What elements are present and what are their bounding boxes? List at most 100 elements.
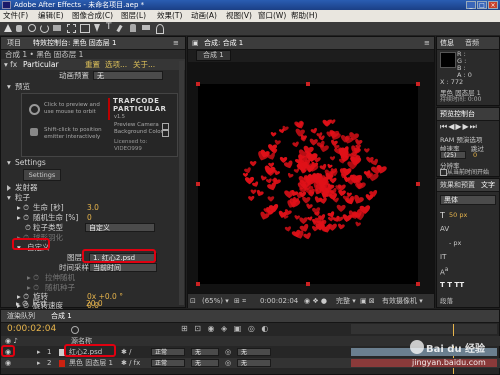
menu-edit[interactable]: 编辑(E) [38, 10, 64, 22]
time-ruler[interactable] [351, 324, 497, 334]
timeline-switches[interactable]: ⊞ ⊡ ◉ ◈ ▣ ◎ ◐ [181, 324, 270, 333]
timeline-search-icon[interactable] [71, 326, 79, 334]
snapshot-icon[interactable]: ◉ ❖ ● [304, 294, 327, 308]
preset-dropdown[interactable]: 无 [93, 71, 163, 80]
menu-view[interactable]: 视图(V) [226, 10, 252, 22]
camera-tool-icon[interactable] [53, 25, 61, 31]
tab-project[interactable]: 项目 [7, 37, 21, 49]
font-dropdown[interactable]: 黑体 [440, 195, 496, 205]
comp-subtab[interactable]: 合成 1 [196, 50, 231, 61]
layer-1-trkmat: 无 [195, 349, 202, 356]
settings-toggle[interactable]: ▾ [7, 157, 11, 168]
minimize-button[interactable]: _ [466, 1, 476, 9]
stroke-width-label[interactable]: - px [449, 239, 461, 247]
background-color-label: Background Color [114, 129, 163, 135]
menu-help[interactable]: 帮助(H) [291, 10, 318, 22]
paragraph-tab[interactable]: 段落 [440, 295, 453, 305]
tab-audio[interactable]: 音频 [465, 37, 479, 49]
preview-camera-label: Preview Camera [114, 122, 159, 128]
eraser-tool-icon[interactable] [142, 25, 150, 30]
timeline-timecode[interactable]: 0:00:02:04 [7, 324, 56, 334]
layer-1-mode-dropdown[interactable]: 正常 [151, 348, 185, 356]
text-tool-icon[interactable]: T [106, 22, 112, 32]
region-icon[interactable]: ▣ ⊠ [360, 294, 375, 308]
faux-style-buttons[interactable]: T T TT [440, 281, 464, 289]
layer-2-name[interactable]: 黑色 固态层 1 [69, 358, 113, 368]
layer-2-mode-dropdown[interactable]: 正常 [151, 359, 185, 367]
selection-tool-icon[interactable] [4, 24, 12, 32]
tab-text[interactable]: 文字 [481, 179, 495, 191]
safe-area-icon[interactable]: ⊞ ⌗ [234, 294, 246, 308]
preview-camera-checkbox[interactable] [162, 123, 169, 130]
brush-tool-icon[interactable] [116, 24, 123, 33]
layer-1-trkmat-dropdown[interactable]: 无 [191, 348, 219, 356]
tab-render-queue[interactable]: 渲染队列 [7, 310, 35, 322]
preview-toggle[interactable]: ▾ [7, 81, 11, 92]
rectangle-mask-tool-icon[interactable] [80, 24, 90, 33]
comp-subtab-label: 合成 1 [203, 51, 224, 59]
effect-panel-scrollbar[interactable] [179, 61, 184, 305]
reset-link[interactable]: 重置 [85, 59, 100, 70]
menu-file[interactable]: 文件(F) [3, 10, 28, 22]
licensed-to-label: Licensed to: [114, 139, 148, 145]
rotate-tool-icon[interactable] [40, 24, 49, 33]
puppet-tool-icon[interactable] [156, 24, 164, 34]
particle-type-dropdown[interactable]: 自定义 [85, 223, 155, 232]
layer-1-switches[interactable]: ✱ / [121, 347, 131, 357]
maximize-button[interactable]: □ [477, 1, 487, 9]
effect-fx-icon[interactable]: ▾ fx [4, 59, 17, 70]
size-value[interactable]: 20.0 [86, 300, 103, 308]
size-expand[interactable]: ▸ ⏱ [16, 300, 28, 308]
tab-effects-presets[interactable]: 效果和预置 [440, 179, 475, 191]
particular-preview-box[interactable]: Click to preview and use mouse to orbit … [21, 93, 178, 157]
layer-1-expand[interactable]: ▸ [37, 347, 41, 357]
about-link[interactable]: 关于... [133, 59, 155, 70]
tab-preview[interactable]: 预览控制台 [440, 108, 475, 120]
pen-tool-icon[interactable] [94, 24, 100, 32]
zoom-dropdown[interactable]: (65%) ▾ [202, 294, 229, 308]
hand-tool-icon[interactable] [16, 25, 22, 32]
background-color-checkbox[interactable] [162, 130, 169, 137]
play-icon[interactable]: ▶ [455, 122, 462, 131]
font-size-value[interactable]: 50 px [449, 211, 467, 219]
comp-canvas[interactable] [188, 62, 434, 293]
menu-composition[interactable]: 图像合成(C) [72, 10, 113, 22]
options-link[interactable]: 选项... [105, 59, 127, 70]
next-frame-icon[interactable]: ▶ [463, 122, 470, 131]
layer-2-expand[interactable]: ▸ [37, 358, 41, 368]
tab-timeline-comp[interactable]: 合成 1 [51, 310, 72, 322]
comp-panel-menu-icon[interactable]: ≡ [424, 37, 430, 49]
menu-animation[interactable]: 动画(A) [191, 10, 217, 22]
fps-dropdown[interactable]: (25) [440, 151, 466, 159]
layer-2-trkmat-dropdown[interactable]: 无 [191, 359, 219, 367]
comp-footer-icons[interactable]: ⊡ [190, 294, 196, 308]
comp-tab[interactable]: 合成: 合成 1 [204, 37, 243, 49]
close-button[interactable]: × [488, 1, 498, 9]
menu-layer[interactable]: 图层(L) [121, 10, 146, 22]
menu-effect[interactable]: 效果(T) [157, 10, 182, 22]
layer-2-switches[interactable]: ✱ / fx [121, 358, 140, 368]
layer-2-parent-dropdown[interactable]: 无 [237, 359, 271, 367]
from-current-checkbox[interactable] [440, 169, 447, 176]
panel-menu-icon[interactable]: ≡ [173, 37, 179, 49]
skip-value[interactable]: 0 [473, 151, 477, 159]
time-sample-dropdown[interactable]: 当前时间 [89, 263, 157, 272]
camera-view-dropdown[interactable]: 有效摄像机 ▾ [382, 294, 423, 308]
layer-2-visibility-icon[interactable]: ◉ [5, 358, 11, 368]
tab-effect-controls[interactable]: 特效控制台: 黑色 固态层 1 [33, 37, 117, 49]
tab-info[interactable]: 信息 [440, 37, 454, 49]
comp-timecode[interactable]: 0:00:02:04 [260, 294, 298, 308]
menu-window[interactable]: 窗口(W) [258, 10, 286, 22]
stamp-tool-icon[interactable] [130, 24, 136, 32]
last-frame-icon[interactable]: ⏭ [470, 122, 478, 131]
layer-1-parent-icon[interactable]: ◎ [225, 347, 231, 357]
highlight-layer-dropdown [82, 249, 156, 263]
resolution-dropdown[interactable]: 完整 ▾ [336, 294, 356, 308]
settings-button[interactable]: Settings [23, 169, 61, 181]
comp-tab-lock-icon[interactable]: ▣ [192, 37, 199, 49]
zoom-tool-icon[interactable] [28, 24, 36, 32]
layer-2-parent-icon[interactable]: ◎ [225, 358, 231, 368]
pan-behind-tool-icon[interactable] [67, 24, 76, 33]
layer-1-parent-dropdown[interactable]: 无 [237, 348, 271, 356]
first-frame-icon[interactable]: ⏮ [440, 122, 448, 131]
